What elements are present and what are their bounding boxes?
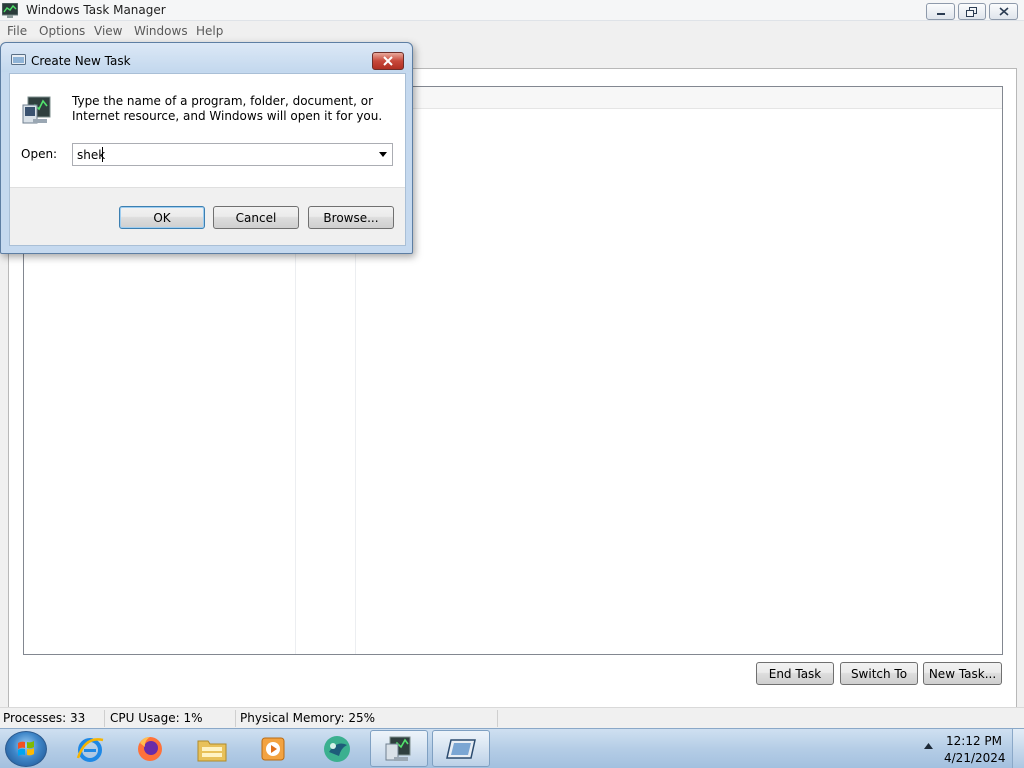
ok-button[interactable]: OK — [119, 206, 205, 229]
chevron-down-icon — [378, 152, 387, 157]
task-manager-icon — [22, 96, 51, 124]
menu-view[interactable]: View — [94, 24, 122, 38]
taskbar-run-dialog[interactable] — [432, 730, 490, 767]
taskbar-file-explorer[interactable] — [183, 730, 241, 767]
processes-count: Processes: 33 — [3, 711, 86, 725]
task-manager-icon — [2, 3, 18, 18]
dialog-title-bar[interactable]: Create New Task — [1, 43, 412, 72]
open-combobox[interactable] — [72, 143, 393, 166]
close-icon — [383, 56, 393, 66]
media-player-icon — [261, 737, 285, 760]
dialog-description: Type the name of a program, folder, docu… — [72, 94, 383, 123]
firefox-icon — [138, 736, 162, 761]
taskbar-task-manager[interactable] — [370, 730, 428, 767]
dialog-title: Create New Task — [31, 54, 131, 68]
title-bar[interactable]: Windows Task Manager — [0, 0, 1024, 21]
show-desktop-button[interactable] — [1012, 729, 1024, 768]
status-divider — [497, 710, 498, 727]
cancel-button[interactable]: Cancel — [213, 206, 299, 229]
cpu-usage: CPU Usage: 1% — [110, 711, 203, 725]
close-icon — [998, 7, 1009, 16]
text-caret — [102, 147, 103, 162]
windows-logo-icon — [18, 741, 34, 756]
status-divider — [104, 710, 105, 727]
run-icon — [11, 54, 26, 65]
start-button[interactable] — [5, 731, 47, 767]
taskbar-app[interactable] — [308, 730, 366, 767]
taskbar: 12:12 PM 4/21/2024 — [0, 728, 1024, 768]
minimize-icon — [936, 12, 945, 15]
internet-explorer-icon — [76, 737, 104, 762]
clock-date[interactable]: 4/21/2024 — [944, 751, 1006, 765]
browse-button[interactable]: Browse... — [308, 206, 394, 229]
clock-time[interactable]: 12:12 PM — [944, 734, 1004, 748]
file-explorer-icon — [197, 740, 227, 761]
create-new-task-dialog: Create New Task Type the name of a progr… — [0, 42, 413, 254]
restore-icon — [966, 6, 977, 17]
menu-options[interactable]: Options — [39, 24, 85, 38]
switch-to-button[interactable]: Switch To — [840, 662, 918, 685]
status-divider — [235, 710, 236, 727]
dialog-close-button[interactable] — [372, 52, 404, 70]
taskbar-media-player[interactable] — [244, 730, 302, 767]
dialog-footer: OK Cancel Browse... — [10, 187, 405, 245]
new-task-button[interactable]: New Task... — [923, 662, 1002, 685]
status-bar: Processes: 33 CPU Usage: 1% Physical Mem… — [0, 707, 1024, 728]
close-button[interactable] — [989, 3, 1018, 20]
app-icon — [324, 735, 350, 762]
menu-bar: File Options View Windows Help — [0, 21, 1024, 41]
task-manager-icon — [385, 736, 411, 761]
taskbar-internet-explorer[interactable] — [61, 730, 119, 767]
physical-memory: Physical Memory: 25% — [240, 711, 376, 725]
window-title: Windows Task Manager — [26, 3, 166, 17]
dialog-content: Type the name of a program, folder, docu… — [9, 73, 406, 246]
show-hidden-icons-icon[interactable] — [924, 743, 933, 749]
open-input[interactable] — [77, 147, 367, 162]
menu-file[interactable]: File — [7, 24, 27, 38]
menu-help[interactable]: Help — [196, 24, 223, 38]
dropdown-button[interactable] — [373, 144, 392, 165]
taskbar-firefox[interactable] — [121, 730, 179, 767]
minimize-button[interactable] — [926, 3, 955, 20]
menu-windows[interactable]: Windows — [134, 24, 188, 38]
restore-button[interactable] — [958, 3, 986, 20]
end-task-button[interactable]: End Task — [756, 662, 834, 685]
remote-desktop-icon — [446, 738, 476, 759]
open-label: Open: — [21, 147, 58, 161]
